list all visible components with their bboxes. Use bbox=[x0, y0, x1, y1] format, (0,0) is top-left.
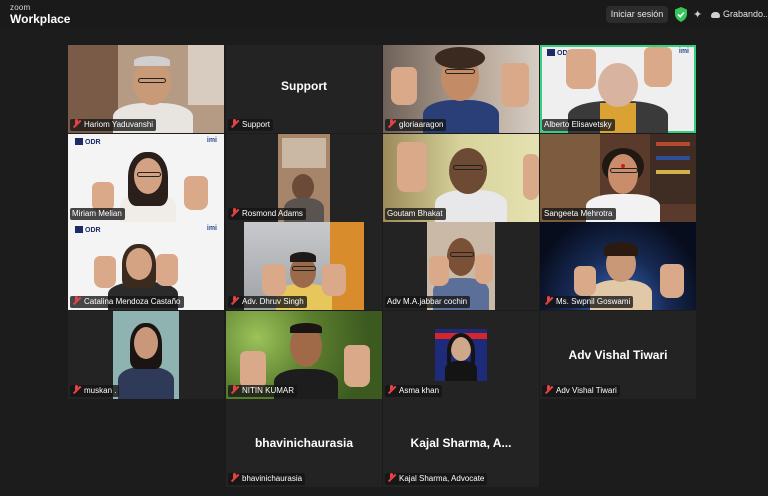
mic-muted-icon bbox=[230, 385, 239, 394]
zoom-logo: zoom Workplace bbox=[10, 3, 71, 26]
participant-name: Adv. Dhruv Singh bbox=[228, 296, 307, 308]
participant-name: bhavinichaurasia bbox=[228, 473, 306, 485]
participant-name: Adv Vishal Tiwari bbox=[542, 385, 620, 397]
brand-big: Workplace bbox=[10, 12, 71, 26]
participant-name: Rosmond Adams bbox=[228, 208, 306, 220]
video-tile[interactable]: ODR imi Miriam Melian bbox=[68, 134, 224, 222]
mic-muted-icon bbox=[230, 119, 239, 128]
mic-muted-icon bbox=[544, 296, 553, 305]
imi-logo: imi bbox=[206, 225, 217, 232]
mic-muted-icon bbox=[387, 385, 396, 394]
participant-display-name: bhavinichaurasia bbox=[254, 436, 354, 450]
mic-muted-icon bbox=[230, 208, 239, 217]
mic-muted-icon bbox=[230, 473, 239, 482]
mic-muted-icon bbox=[387, 119, 396, 128]
mic-muted-icon bbox=[72, 385, 81, 394]
participant-name: Alberto Elisavetsky bbox=[542, 119, 615, 131]
mic-muted-icon bbox=[230, 296, 239, 305]
video-tile[interactable]: ODR imi Catalina Mendoza Castaño bbox=[68, 222, 224, 310]
participant-display-name: Kajal Sharma, A... bbox=[410, 436, 512, 450]
video-tile-active-speaker[interactable]: ODR imi Alberto Elisavetsky bbox=[540, 45, 696, 133]
imi-logo: imi bbox=[206, 137, 217, 144]
sign-in-button[interactable]: Iniciar sesión bbox=[606, 6, 668, 23]
recording-indicator[interactable]: Grabando... bbox=[711, 6, 767, 23]
participant-name: Kajal Sharma, Advocate bbox=[385, 473, 488, 485]
video-tile[interactable]: gloriaaragon bbox=[383, 45, 539, 133]
video-tile[interactable]: Adv. Dhruv Singh bbox=[226, 222, 382, 310]
mic-muted-icon bbox=[544, 385, 553, 394]
video-tile[interactable]: Adv Vishal Tiwari Adv Vishal Tiwari bbox=[540, 311, 696, 399]
video-tile[interactable]: Ms. Swpnil Goswami bbox=[540, 222, 696, 310]
participant-name: Sangeeta Mehrotra bbox=[542, 208, 616, 220]
recording-label: Grabando... bbox=[723, 9, 767, 19]
participant-name: Miriam Melian bbox=[70, 208, 125, 220]
odr-logo: ODR bbox=[75, 138, 101, 146]
participant-display-name: Support bbox=[281, 79, 327, 93]
odr-logo: ODR bbox=[75, 226, 101, 234]
participant-name: Asma khan bbox=[385, 385, 443, 397]
title-bar: zoom Workplace Iniciar sesión ✦ Grabando… bbox=[0, 0, 768, 29]
video-tile[interactable]: Goutam Bhakat bbox=[383, 134, 539, 222]
video-tile[interactable]: Support Support bbox=[226, 45, 382, 133]
video-tile[interactable]: Hariom Yaduvanshi bbox=[68, 45, 224, 133]
video-tile[interactable]: Adv M.A.jabbar cochin bbox=[383, 222, 539, 310]
cloud-record-icon bbox=[711, 11, 720, 18]
mic-muted-icon bbox=[72, 119, 81, 128]
video-tile[interactable]: Sangeeta Mehrotra bbox=[540, 134, 696, 222]
participant-name: Catalina Mendoza Castaño bbox=[70, 296, 184, 308]
ai-companion-icon[interactable]: ✦ bbox=[693, 8, 702, 21]
video-tile[interactable]: Asma khan bbox=[383, 311, 539, 399]
video-tile[interactable]: bhavinichaurasia bhavinichaurasia bbox=[226, 399, 382, 487]
security-shield-icon[interactable] bbox=[674, 7, 688, 22]
participant-name: NITIN KUMAR bbox=[228, 385, 297, 397]
mic-muted-icon bbox=[387, 473, 396, 482]
participant-name: Goutam Bhakat bbox=[385, 208, 446, 220]
participant-name: gloriaaragon bbox=[385, 119, 447, 131]
participant-name: Support bbox=[228, 119, 274, 131]
participant-name: muskan . bbox=[70, 385, 120, 397]
video-tile[interactable]: Kajal Sharma, A... Kajal Sharma, Advocat… bbox=[383, 399, 539, 487]
brand-small: zoom bbox=[10, 3, 31, 12]
participant-name: Hariom Yaduvanshi bbox=[70, 119, 157, 131]
video-tile[interactable]: muskan . bbox=[68, 311, 224, 399]
participant-display-name: Adv Vishal Tiwari bbox=[568, 348, 668, 362]
video-tile[interactable]: Rosmond Adams bbox=[226, 134, 382, 222]
participant-name: Ms. Swpnil Goswami bbox=[542, 296, 634, 308]
imi-logo: imi bbox=[678, 48, 689, 55]
mic-muted-icon bbox=[72, 296, 81, 305]
participant-name: Adv M.A.jabbar cochin bbox=[385, 296, 471, 308]
video-tile[interactable]: NITIN KUMAR bbox=[226, 311, 382, 399]
